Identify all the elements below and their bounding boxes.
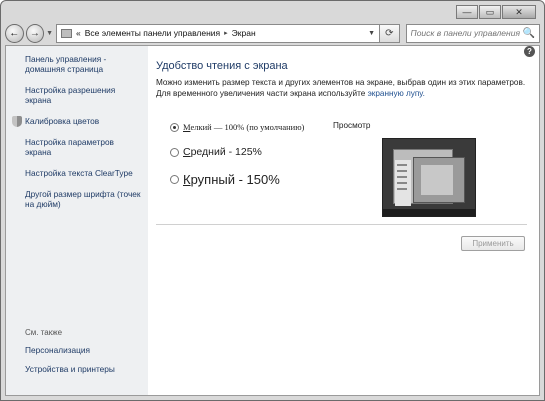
search-input[interactable] <box>410 28 523 38</box>
option-small-label: Мелкий — 100% (по умолчанию) <box>183 122 305 132</box>
page-title: Удобство чтения с экрана <box>156 60 288 72</box>
back-button[interactable]: ← <box>5 23 24 43</box>
refresh-button[interactable]: ⟳ <box>380 23 400 43</box>
close-button[interactable]: ✕ <box>502 5 536 19</box>
preview-image <box>382 138 476 217</box>
help-icon[interactable]: ? <box>524 46 535 57</box>
option-large[interactable]: Крупный - 150% <box>170 172 304 187</box>
sidebar-link-devices-printers[interactable]: Устройства и принтеры <box>25 364 142 374</box>
option-large-label: Крупный - 150% <box>183 172 280 187</box>
minimize-button[interactable]: — <box>456 5 478 19</box>
back-arrow-icon: ← <box>9 27 20 39</box>
window-controls: — ▭ ✕ <box>456 5 536 19</box>
sidebar: Панель управления - домашняя страница На… <box>6 46 148 395</box>
see-also-label: См. также <box>25 328 63 337</box>
apply-button[interactable]: Применить <box>461 236 525 251</box>
forward-arrow-icon: → <box>29 27 40 39</box>
sidebar-link-calibrate-color[interactable]: Калибровка цветов <box>12 116 142 127</box>
main-panel: ? Удобство чтения с экрана Можно изменит… <box>156 46 539 395</box>
divider <box>156 224 527 225</box>
magnifier-link[interactable]: экранную лупу. <box>368 89 425 98</box>
maximize-button[interactable]: ▭ <box>479 5 501 19</box>
control-panel-icon <box>61 28 73 38</box>
sidebar-link-display-settings[interactable]: Настройка параметров экрана <box>25 137 142 157</box>
option-medium-label: Средний - 125% <box>183 146 262 158</box>
description-text: Можно изменить размер текста и других эл… <box>156 78 526 98</box>
radio-medium[interactable] <box>170 147 179 157</box>
address-bar[interactable]: « Все элементы панели управления ▸ Экран… <box>56 23 381 43</box>
breadcrumb-separator-icon[interactable]: ▸ <box>224 29 228 37</box>
see-also-section: См. также Персонализация Устройства и пр… <box>25 328 142 383</box>
breadcrumb-prefix[interactable]: « <box>76 28 81 38</box>
navigation-bar: ← → ▼ « Все элементы панели управления ▸… <box>5 21 540 45</box>
option-small[interactable]: Мелкий — 100% (по умолчанию) <box>170 122 304 132</box>
forward-button[interactable]: → <box>25 23 45 43</box>
sidebar-link-cleartype[interactable]: Настройка текста ClearType <box>25 168 142 178</box>
breadcrumb-display[interactable]: Экран <box>232 28 256 38</box>
search-icon[interactable]: 🔍 <box>523 28 535 39</box>
sidebar-link-personalization[interactable]: Персонализация <box>25 345 142 355</box>
refresh-icon: ⟳ <box>385 27 394 39</box>
breadcrumb-all-items[interactable]: Все элементы панели управления <box>85 28 220 38</box>
sidebar-link-label: Калибровка цветов <box>25 116 100 126</box>
search-box[interactable]: 🔍 <box>405 23 540 43</box>
shield-icon <box>12 116 22 127</box>
radio-large[interactable] <box>170 175 179 184</box>
option-medium[interactable]: Средний - 125% <box>170 146 304 158</box>
address-dropdown-icon[interactable]: ▼ <box>368 30 375 37</box>
content-area: Панель управления - домашняя страница На… <box>5 45 540 396</box>
control-panel-window: — ▭ ✕ ← → ▼ « Все элементы панели управл… <box>0 0 545 401</box>
sidebar-link-resolution[interactable]: Настройка разрешения экрана <box>25 85 142 105</box>
page-description: Можно изменить размер текста и других эл… <box>156 77 536 99</box>
sidebar-link-custom-dpi[interactable]: Другой размер шрифта (точек на дюйм) <box>25 189 142 209</box>
radio-small[interactable] <box>170 122 179 132</box>
sidebar-link-home[interactable]: Панель управления - домашняя страница <box>25 54 142 74</box>
text-size-options: Мелкий — 100% (по умолчанию) Средний - 1… <box>170 122 304 201</box>
preview-label: Просмотр <box>333 121 371 130</box>
recent-pages-dropdown-icon[interactable]: ▼ <box>46 30 53 37</box>
